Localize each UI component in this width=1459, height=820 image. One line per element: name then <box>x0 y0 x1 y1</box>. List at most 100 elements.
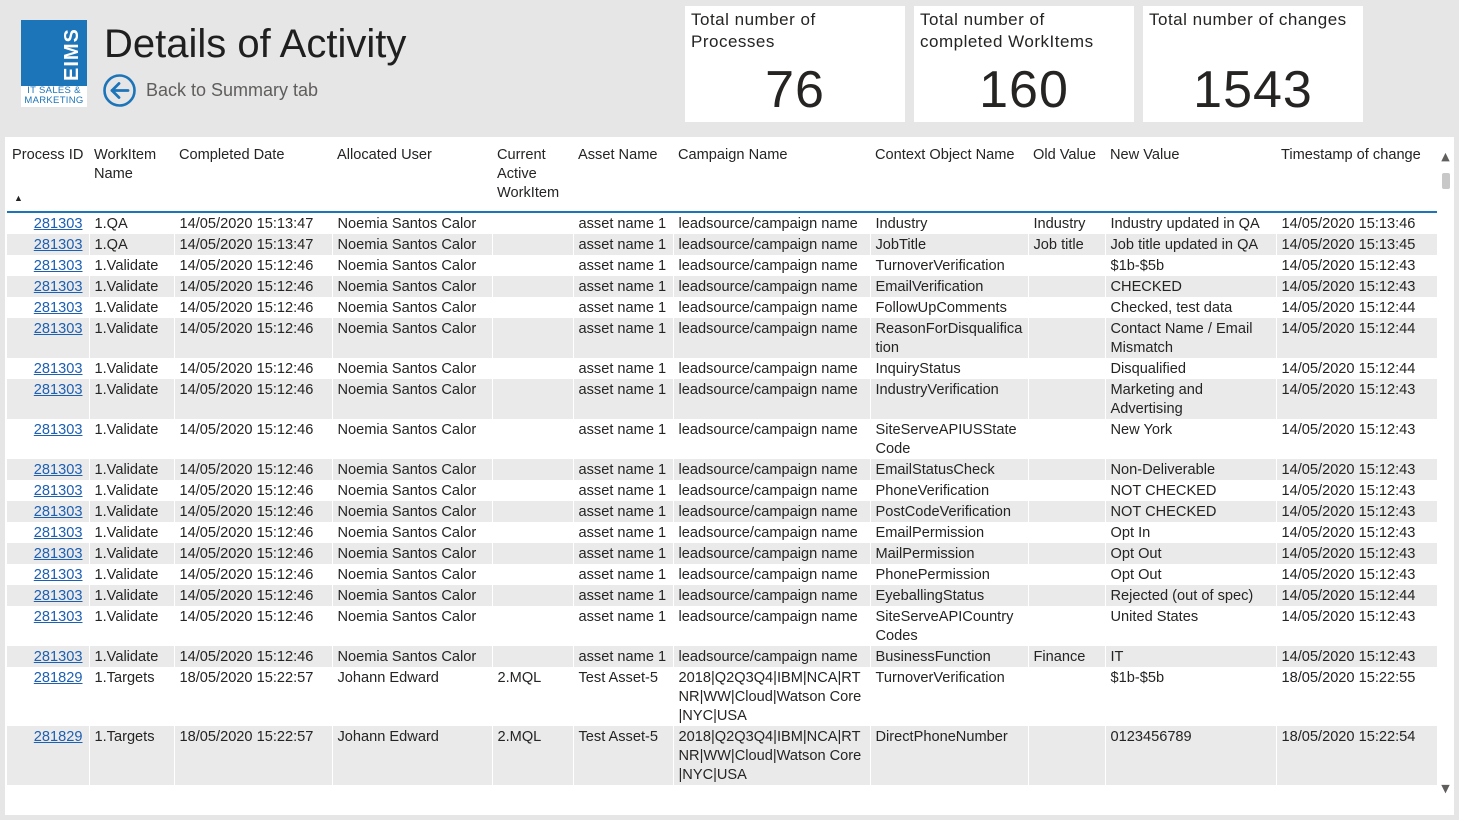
process-id-link[interactable]: 281303 <box>34 361 83 377</box>
new-value-cell: $1b-$5b <box>1105 255 1277 276</box>
current-active-workitem-cell <box>492 379 574 419</box>
kpi-card-title: Total number of changes <box>1149 10 1347 29</box>
context-object-name-cell: JobTitle <box>870 234 1029 255</box>
campaign-name-cell: leadsource/campaign name <box>673 522 871 543</box>
current-active-workitem-cell <box>492 501 574 522</box>
allocated-user-cell: Noemia Santos Calor <box>332 379 493 419</box>
process-id-link[interactable]: 281303 <box>34 483 83 499</box>
column-header-context-object-name[interactable]: Context Object Name <box>870 137 1028 213</box>
column-header-allocated-user[interactable]: Allocated User <box>332 137 492 213</box>
activity-table-scroll-area[interactable]: Process ID ▲ WorkItem Name Completed Date… <box>7 137 1437 815</box>
process-id-link[interactable]: 281303 <box>34 525 83 541</box>
table-row: 281303 1.Validate 14/05/2020 15:12:46 Noemi… <box>7 522 1437 543</box>
allocated-user-cell: Noemia Santos Calor <box>332 212 493 234</box>
column-header-old-value[interactable]: Old Value <box>1028 137 1105 213</box>
asset-name-cell: asset name 1 <box>573 459 674 480</box>
asset-name-cell: asset name 1 <box>573 212 674 234</box>
back-to-summary-button[interactable]: Back to Summary tab <box>103 73 318 107</box>
process-id-link[interactable]: 281303 <box>34 321 83 337</box>
process-id-cell: 281303 <box>7 318 90 358</box>
chevron-down-icon[interactable]: ▼ <box>1439 783 1452 795</box>
allocated-user-cell: Noemia Santos Calor <box>332 501 493 522</box>
old-value-cell <box>1028 606 1106 646</box>
process-id-cell: 281303 <box>7 379 90 419</box>
process-id-cell: 281303 <box>7 522 90 543</box>
process-id-link[interactable]: 281303 <box>34 609 83 625</box>
current-active-workitem-cell: 2.MQL <box>492 726 574 785</box>
asset-name-cell: asset name 1 <box>573 501 674 522</box>
column-header-timestamp-of-change[interactable]: Timestamp of change <box>1276 137 1437 213</box>
table-row: 281303 1.Validate 14/05/2020 15:12:46 Noemi… <box>7 646 1437 667</box>
new-value-cell: Rejected (out of spec) <box>1105 585 1277 606</box>
process-id-link[interactable]: 281303 <box>34 588 83 604</box>
context-object-name-cell: TurnoverVerification <box>870 255 1029 276</box>
old-value-cell <box>1028 276 1106 297</box>
process-id-cell: 281303 <box>7 459 90 480</box>
logo-badge: EIMS <box>21 20 87 86</box>
process-id-link[interactable]: 281303 <box>34 237 83 253</box>
process-id-link[interactable]: 281303 <box>34 567 83 583</box>
campaign-name-cell: leadsource/campaign name <box>673 459 871 480</box>
sort-ascending-icon[interactable]: ▲ <box>14 189 23 208</box>
old-value-cell <box>1028 419 1106 459</box>
process-id-link[interactable]: 281303 <box>34 649 83 665</box>
campaign-name-cell: leadsource/campaign name <box>673 255 871 276</box>
asset-name-cell: asset name 1 <box>573 522 674 543</box>
allocated-user-cell: Noemia Santos Calor <box>332 564 493 585</box>
process-id-link[interactable]: 281829 <box>34 670 83 686</box>
current-active-workitem-cell <box>492 585 574 606</box>
process-id-link[interactable]: 281303 <box>34 546 83 562</box>
process-id-link[interactable]: 281303 <box>34 216 83 232</box>
process-id-link[interactable]: 281829 <box>34 729 83 745</box>
context-object-name-cell: DirectPhoneNumber <box>870 726 1029 785</box>
column-header-new-value[interactable]: New Value <box>1105 137 1276 213</box>
new-value-cell: Marketing and Advertising <box>1105 379 1277 419</box>
context-object-name-cell: ReasonForDisqualification <box>870 318 1029 358</box>
old-value-cell <box>1028 379 1106 419</box>
process-id-cell: 281303 <box>7 543 90 564</box>
process-id-link[interactable]: 281303 <box>34 504 83 520</box>
completed-date-cell: 14/05/2020 15:12:46 <box>174 276 333 297</box>
allocated-user-cell: Noemia Santos Calor <box>332 606 493 646</box>
workitem-name-cell: 1.Validate <box>89 501 175 522</box>
timestamp-cell: 18/05/2020 15:22:55 <box>1276 667 1437 726</box>
column-header-workitem-name[interactable]: WorkItem Name <box>89 137 174 213</box>
kpi-card-value: 1543 <box>1193 61 1313 119</box>
current-active-workitem-cell <box>492 212 574 234</box>
process-id-link[interactable]: 281303 <box>34 382 83 398</box>
scrollbar-thumb[interactable] <box>1442 173 1450 189</box>
process-id-link[interactable]: 281303 <box>34 422 83 438</box>
process-id-link[interactable]: 281303 <box>34 279 83 295</box>
timestamp-cell: 14/05/2020 15:12:43 <box>1276 501 1437 522</box>
current-active-workitem-cell <box>492 276 574 297</box>
process-id-cell: 281303 <box>7 255 90 276</box>
timestamp-cell: 14/05/2020 15:13:46 <box>1276 212 1437 234</box>
chevron-up-icon[interactable]: ▲ <box>1439 151 1452 163</box>
column-header-campaign-name[interactable]: Campaign Name <box>673 137 870 213</box>
process-id-link[interactable]: 281303 <box>34 462 83 478</box>
completed-date-cell: 14/05/2020 15:12:46 <box>174 419 333 459</box>
column-header-asset-name[interactable]: Asset Name <box>573 137 673 213</box>
logo-tagline-line-2: MARKETING <box>24 95 84 106</box>
table-row: 281303 1.Validate 14/05/2020 15:12:46 Noemi… <box>7 379 1437 419</box>
process-id-link[interactable]: 281303 <box>34 300 83 316</box>
column-header-label: Process ID <box>12 147 84 163</box>
workitem-name-cell: 1.Validate <box>89 564 175 585</box>
timestamp-cell: 14/05/2020 15:12:43 <box>1276 606 1437 646</box>
kpi-card-processes: Total number of Processes 76 <box>685 6 905 122</box>
timestamp-cell: 14/05/2020 15:12:43 <box>1276 564 1437 585</box>
context-object-name-cell: PhoneVerification <box>870 480 1029 501</box>
column-header-process-id[interactable]: Process ID ▲ <box>7 137 89 213</box>
process-id-cell: 281303 <box>7 646 90 667</box>
activity-table: Process ID ▲ WorkItem Name Completed Date… <box>7 137 1437 785</box>
process-id-cell: 281303 <box>7 564 90 585</box>
current-active-workitem-cell <box>492 318 574 358</box>
column-header-completed-date[interactable]: Completed Date <box>174 137 332 213</box>
column-header-current-active-workitem[interactable]: Current Active WorkItem <box>492 137 573 213</box>
canvas-footer-strip <box>0 815 1459 820</box>
completed-date-cell: 14/05/2020 15:12:46 <box>174 297 333 318</box>
old-value-cell <box>1028 585 1106 606</box>
logo-tagline: IT SALES & MARKETING <box>21 86 87 106</box>
process-id-link[interactable]: 281303 <box>34 258 83 274</box>
vertical-scrollbar[interactable]: ▲ ▼ <box>1437 137 1454 815</box>
